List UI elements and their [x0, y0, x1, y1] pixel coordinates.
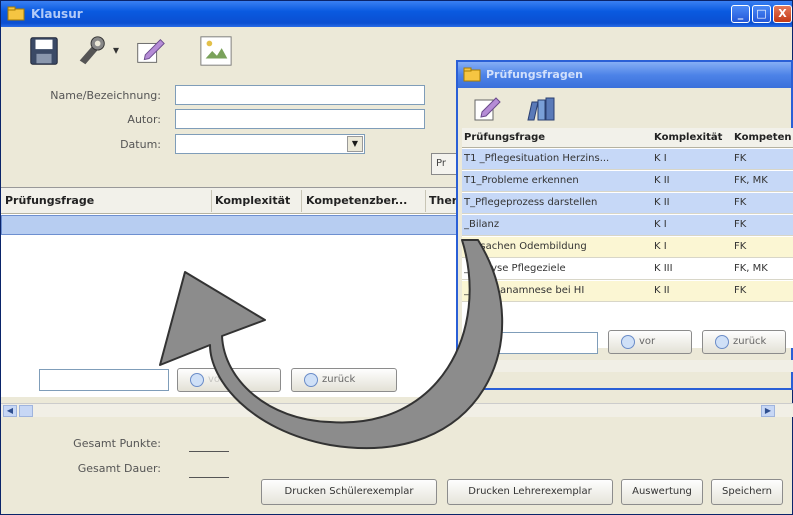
column-header[interactable]: Kompetenzber...	[306, 194, 422, 207]
forward-icon	[621, 335, 635, 349]
date-label: Datum:	[120, 138, 161, 151]
table-cell: FK	[734, 153, 747, 164]
table-cell: _Analyse Pflegeziele	[464, 263, 566, 274]
author-label: Autor:	[127, 113, 161, 126]
table-cell: _Ursachen Ödembildung	[464, 241, 587, 252]
table-cell: _Bilanz	[464, 219, 500, 230]
tools-icon[interactable]	[73, 33, 111, 69]
print-teacher-button[interactable]: Drucken Lehrerexemplar	[447, 479, 613, 505]
name-label: Name/Bezeichnung:	[50, 89, 161, 102]
child-questions-grid: Prüfungsfrage Komplexität Kompeten T1 _P…	[462, 128, 793, 348]
table-cell: FK	[734, 241, 747, 252]
print-student-button[interactable]: Drucken Schülerexemplar	[261, 479, 437, 505]
total-duration-label: Gesamt Dauer:	[77, 462, 161, 475]
save-icon[interactable]	[25, 33, 63, 69]
name-field[interactable]	[175, 85, 425, 105]
forward-icon	[190, 373, 204, 387]
edit-icon[interactable]	[131, 33, 169, 69]
questions-window: Prüfungsfragen Prüfungsfrage Komplexität…	[456, 60, 793, 390]
child-forward-button[interactable]: vor	[608, 330, 692, 354]
table-row[interactable]: _Ursachen Ödembildung K I FK	[462, 237, 793, 258]
table-row[interactable]: _Pflegeanamnese bei HI K II FK	[462, 281, 793, 302]
child-forward-label: vor	[639, 336, 656, 347]
table-cell: T1 _Pflegesituation Herzins...	[464, 153, 610, 164]
edit-icon[interactable]	[470, 92, 504, 124]
child-window-title: Prüfungsfragen	[486, 68, 583, 81]
scroll-right-icon[interactable]: ▶	[761, 405, 775, 417]
table-row[interactable]: T1_Probleme erkennen K II FK, MK	[462, 171, 793, 192]
toolbar: ▾	[21, 33, 241, 73]
child-horizontal-scrollbar[interactable]: ◀	[462, 360, 793, 372]
child-back-label: zurück	[733, 336, 767, 347]
table-row[interactable]: _Analyse Pflegeziele K III FK, MK	[462, 259, 793, 280]
table-cell: K II	[654, 175, 670, 186]
table-cell: _Pflegeanamnese bei HI	[464, 285, 585, 296]
grid-header: Prüfungsfrage Komplexität Kompetenzber..…	[1, 188, 471, 214]
questions-grid: Prüfungsfrage Komplexität Kompetenzber..…	[1, 187, 471, 397]
library-icon[interactable]	[524, 92, 558, 124]
table-cell: K I	[654, 219, 667, 230]
column-header[interactable]: Prüfungsfrage	[5, 194, 205, 207]
total-points-value	[189, 451, 229, 452]
window-title: Klausur	[31, 7, 83, 21]
table-cell: T_Pflegeprozess darstellen	[464, 197, 598, 208]
column-header[interactable]: Komplexität	[215, 194, 301, 207]
evaluation-button[interactable]: Auswertung	[621, 479, 703, 505]
back-icon	[715, 335, 729, 349]
close-button[interactable]: X	[773, 5, 792, 23]
table-row[interactable]: _Bilanz K I FK	[462, 215, 793, 236]
back-icon	[304, 373, 318, 387]
table-cell: FK, MK	[734, 175, 768, 186]
image-icon[interactable]	[197, 33, 235, 69]
scroll-thumb[interactable]	[476, 361, 490, 371]
forward-button[interactable]: vor	[177, 368, 281, 392]
table-cell: FK	[734, 285, 747, 296]
child-grid-header: Prüfungsfrage Komplexität Kompeten	[462, 128, 793, 148]
table-cell: FK	[734, 197, 747, 208]
scroll-thumb[interactable]	[19, 405, 33, 417]
back-button[interactable]: zurück	[291, 368, 397, 392]
table-cell: T1_Probleme erkennen	[464, 175, 579, 186]
scroll-left-icon[interactable]: ◀	[462, 360, 474, 372]
dropdown-arrow-icon[interactable]: ▾	[113, 43, 119, 57]
table-row[interactable]: T1 _Pflegesituation Herzins... K I FK	[462, 149, 793, 170]
date-combo[interactable]: ▼	[175, 134, 365, 154]
table-cell: K II	[654, 285, 670, 296]
back-label: zurück	[322, 374, 356, 385]
table-cell: K I	[654, 153, 667, 164]
horizontal-scrollbar[interactable]: ◀ ▶	[1, 403, 793, 417]
child-title-bar: Prüfungsfragen	[458, 62, 791, 88]
author-field[interactable]	[175, 109, 425, 129]
chevron-down-icon[interactable]: ▼	[347, 136, 363, 152]
table-cell: FK	[734, 219, 747, 230]
child-search-input[interactable]	[468, 332, 598, 354]
search-input[interactable]	[39, 369, 169, 391]
total-duration-value	[189, 477, 229, 478]
app-icon	[7, 6, 25, 21]
table-cell: K III	[654, 263, 673, 274]
table-row[interactable]: T_Pflegeprozess darstellen K II FK	[462, 193, 793, 214]
scroll-left-icon[interactable]: ◀	[3, 405, 17, 417]
maximize-button[interactable]: □	[752, 5, 771, 23]
column-header[interactable]: Kompeten	[734, 132, 793, 143]
column-header[interactable]: Prüfungsfrage	[464, 132, 644, 143]
child-back-button[interactable]: zurück	[702, 330, 786, 354]
app-icon	[463, 67, 481, 82]
table-row[interactable]	[1, 215, 471, 235]
minimize-button[interactable]: _	[731, 5, 750, 23]
forward-label: vor	[208, 374, 225, 385]
table-cell: K I	[654, 241, 667, 252]
total-points-label: Gesamt Punkte:	[73, 437, 161, 450]
column-header[interactable]: Komplexität	[654, 132, 728, 143]
table-cell: FK, MK	[734, 263, 768, 274]
save-button[interactable]: Speichern	[711, 479, 783, 505]
table-cell: K II	[654, 197, 670, 208]
title-bar: Klausur _ □ X	[1, 1, 792, 27]
